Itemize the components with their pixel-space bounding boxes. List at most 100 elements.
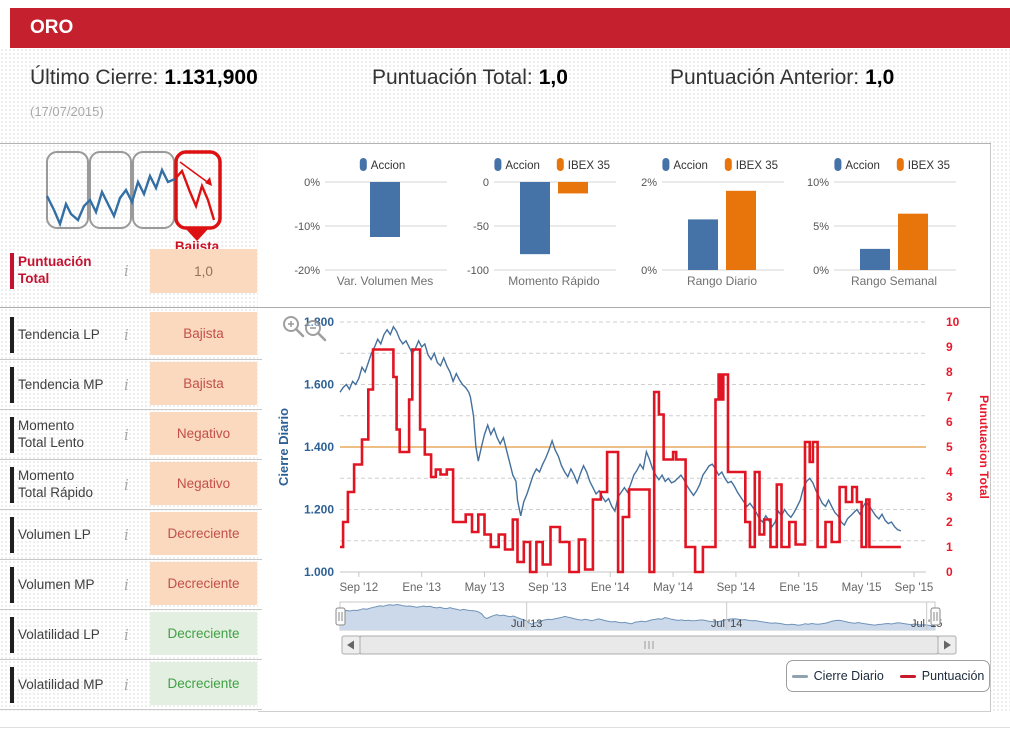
previous-score-label: Puntuación Anterior: (670, 66, 860, 89)
indicator-row-volatilidad-mp: Volatilidad MP i Decreciente (0, 660, 262, 710)
y-tick-label: -100 (467, 265, 489, 277)
line-swatch-icon (791, 674, 808, 678)
row-accent-bar (10, 316, 14, 353)
y-tick-label: 10% (807, 177, 829, 189)
right-tick-label: 4 (946, 465, 953, 479)
indicator-row-tendencia-mp: Tendencia MP i Bajista (0, 360, 262, 410)
right-tick-label: 8 (946, 365, 953, 379)
x-tick-label: Ene '14 (591, 582, 630, 594)
right-tick-label: 7 (946, 390, 953, 404)
scrollbar (341, 635, 957, 655)
row-accent-bar (10, 516, 14, 553)
legend-marker-icon[interactable] (834, 158, 842, 171)
info-icon[interactable]: i (124, 676, 129, 694)
y-tick-label: 2% (641, 177, 657, 189)
info-icon[interactable]: i (124, 476, 129, 494)
info-icon[interactable]: i (124, 426, 129, 444)
last-close-value: 1.131,900 (164, 66, 258, 89)
mini-chart-rango-semanal: Accion IBEX 35 10% 5% 0% Rango Semanal (807, 158, 956, 288)
legend-label: Accion (371, 160, 406, 172)
scrollbar-right-button[interactable] (937, 635, 957, 655)
indicator-label: Momento Total Rápido (18, 467, 94, 501)
info-icon[interactable]: i (124, 326, 129, 344)
indicator-row-volumen-lp: Volumen LP i Decreciente (0, 510, 262, 560)
legend-marker-icon[interactable] (494, 158, 502, 171)
total-score-value: 1,0 (538, 66, 568, 89)
row-accent-bar (10, 416, 14, 453)
info-icon[interactable]: i (124, 376, 129, 394)
right-tick-label: 5 (946, 440, 953, 454)
y-tick-label: -20% (294, 265, 320, 277)
x-tick-label: May '14 (653, 582, 694, 594)
left-tick-label: 1.200 (304, 503, 334, 517)
indicator-value: Bajista (150, 362, 257, 405)
indicator-label: Tendencia MP (18, 376, 104, 392)
divider-top (0, 143, 991, 144)
bar-IBEX 35 (726, 190, 756, 270)
legend-label: IBEX 35 (908, 160, 950, 172)
indicator-value: Decreciente (150, 662, 257, 705)
mini-chart-var-volumen-mes: Accion 0% -10% -20% Var. Volumen Mes (294, 158, 447, 288)
y-tick-label: -50 (473, 221, 489, 233)
indicator-value: Decreciente (150, 512, 257, 555)
row-accent-bar (10, 366, 14, 403)
chart-legend: Cierre Diario Puntuación (786, 660, 990, 692)
indicator-row-volatilidad-lp: Volatilidad LP i Decreciente (0, 610, 262, 660)
x-tick-label: Sep '14 (717, 582, 756, 594)
x-tick-label: Ene '15 (779, 582, 818, 594)
y-tick-label: 0% (813, 265, 829, 277)
x-tick-label: Ene '13 (402, 582, 441, 594)
y-tick-label: 0% (641, 265, 657, 277)
indicator-label: Volumen LP (18, 526, 91, 542)
indicator-label: Tendencia LP (18, 326, 100, 342)
right-tick-label: 1 (946, 540, 953, 554)
legend-marker-icon[interactable] (896, 158, 904, 171)
legend-item-puntuacion[interactable]: Puntuación (899, 669, 984, 683)
mini-chart-title: Var. Volumen Mes (337, 274, 434, 288)
info-icon[interactable]: i (124, 626, 129, 644)
info-icon[interactable]: i (124, 576, 129, 594)
indicator-value: Decreciente (150, 562, 257, 605)
row-accent-bar (10, 616, 14, 653)
legend-marker-icon[interactable] (662, 158, 670, 171)
navigator-right-handle[interactable] (930, 607, 941, 626)
trend-thumbnail-3[interactable] (132, 151, 175, 229)
bar-Accion (370, 182, 400, 237)
right-tick-label: 9 (946, 340, 953, 354)
left-tick-label: 1.400 (304, 440, 334, 454)
indicator-label: Volatilidad LP (18, 626, 100, 642)
right-tick-label: 3 (946, 490, 953, 504)
indicator-row-momento-total-rapido: Momento Total Rápido i Negativo (0, 460, 262, 510)
trend-selector: Bajista (45, 150, 222, 252)
navigator-label: Jul '14 (711, 618, 742, 630)
navigator-label: Jul '13 (511, 618, 542, 630)
navigator-left-handle[interactable] (335, 607, 346, 626)
main-chart: Sep '12 Ene '13 May '13 Sep '13 Ene '14 May '… (276, 315, 991, 594)
indicator-value: Negativo (150, 462, 257, 505)
trend-thumbnail-1[interactable] (46, 151, 89, 229)
bar-Accion (688, 219, 718, 270)
zoom-in-icon[interactable] (283, 316, 305, 338)
row-accent-bar (10, 566, 14, 603)
x-tick-label: May '15 (842, 582, 882, 594)
page-title: ORO (30, 17, 74, 38)
legend-item-cierre-diario[interactable]: Cierre Diario (791, 669, 884, 683)
legend-marker-icon[interactable] (359, 158, 367, 171)
indicator-table: Tendencia LP i Bajista Tendencia MP i Ba… (0, 310, 262, 710)
downtrend-sparkline (174, 168, 216, 221)
bar-Accion (520, 182, 550, 255)
legend-marker-icon[interactable] (556, 158, 564, 171)
border-bottom-panel (258, 711, 991, 712)
info-icon[interactable]: i (124, 262, 129, 280)
bar-Accion (860, 248, 890, 270)
x-tick-label: May '13 (465, 582, 505, 594)
right-tick-label: 6 (946, 415, 953, 429)
indicator-label: Volatilidad MP (18, 676, 104, 692)
indicator-value: Decreciente (150, 612, 257, 655)
scrollbar-left-button[interactable] (341, 635, 361, 655)
right-tick-label: 0 (946, 565, 953, 579)
legend-marker-icon[interactable] (724, 158, 732, 171)
legend-label: Accion (845, 160, 880, 172)
info-icon[interactable]: i (124, 526, 129, 544)
main-chart-generated: Sep '12 Ene '13 May '13 Sep '13 Ene '14 May '… (276, 315, 991, 594)
